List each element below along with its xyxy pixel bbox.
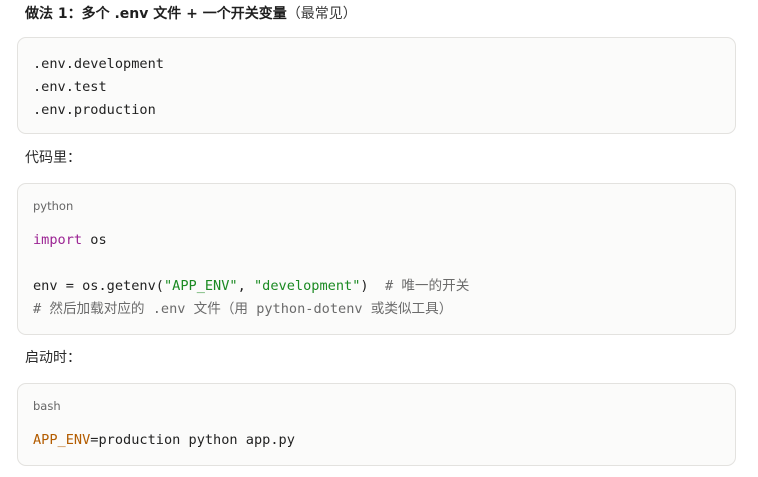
bash-code-block[interactable]: bash APP_ENV=production python app.py	[17, 383, 736, 466]
code-text: =production python app.py	[90, 432, 295, 448]
language-label: python	[33, 199, 74, 213]
code-text: env = os.getenv(	[33, 278, 164, 294]
code-line: import os	[33, 229, 469, 252]
keyword-import: import	[33, 232, 83, 248]
python-code: import os env = os.getenv("APP_ENV", "de…	[33, 229, 469, 321]
code-line: APP_ENV=production python app.py	[33, 429, 295, 452]
language-label: bash	[33, 399, 61, 413]
code-text: os	[82, 232, 107, 248]
python-code-block[interactable]: python import os env = os.getenv("APP_EN…	[17, 183, 736, 335]
bash-code: APP_ENV=production python app.py	[33, 429, 295, 452]
code-line: .env.development	[33, 56, 164, 72]
code-text: ,	[237, 278, 254, 294]
code-label: 代码里：	[25, 150, 81, 166]
code-comment-line: # 然后加载对应的 .env 文件（用 python-dotenv 或类似工具）	[33, 301, 453, 317]
string-literal: "development"	[254, 278, 361, 294]
heading-title: 做法 1：多个 .env 文件 + 一个开关变量	[25, 6, 287, 22]
startup-label: 启动时：	[25, 350, 81, 366]
code-line: .env.production	[33, 102, 156, 118]
code-line: .env.test	[33, 79, 107, 95]
code-line: env = os.getenv("APP_ENV", "development"…	[33, 275, 469, 298]
string-literal: "APP_ENV"	[163, 278, 238, 294]
section-heading: 做法 1：多个 .env 文件 + 一个开关变量（最常见）	[25, 4, 357, 24]
code-comment: # 唯一的开关	[384, 278, 470, 294]
env-files-code-block[interactable]: .env.development .env.test .env.production	[17, 37, 736, 134]
code-text: )	[360, 278, 385, 294]
env-files-code: .env.development .env.test .env.production	[33, 53, 164, 122]
env-variable: APP_ENV	[33, 432, 91, 448]
heading-note: （最常见）	[286, 6, 357, 22]
